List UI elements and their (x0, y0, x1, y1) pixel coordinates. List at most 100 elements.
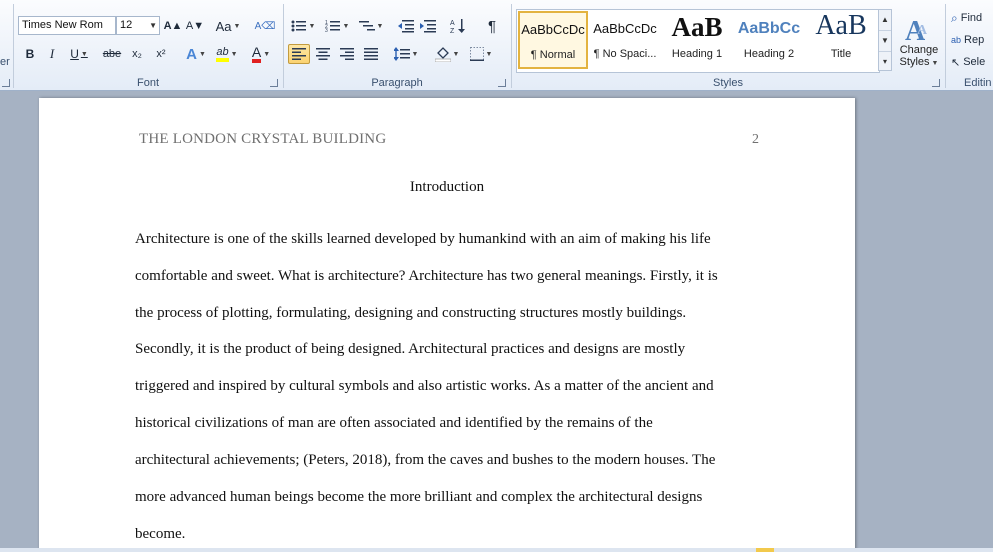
sort-az-icon: AZ (450, 19, 465, 34)
underline-icon: U (70, 47, 79, 61)
bullets-button[interactable]: ▼ (288, 16, 318, 36)
font-color-icon: A (251, 45, 262, 63)
find-label: Find (960, 12, 983, 24)
sort-button[interactable]: AZ (448, 16, 470, 36)
pilcrow-icon: ¶ (487, 17, 497, 35)
justify-button[interactable] (360, 44, 382, 64)
highlight-button[interactable]: ab ▼ (212, 44, 242, 64)
line-spacing-button[interactable]: ▼ (392, 44, 420, 64)
subscript-button[interactable]: x₂ (126, 44, 148, 64)
subscript-icon: x₂ (132, 48, 142, 60)
styles-dialog-launcher-icon[interactable] (932, 79, 940, 87)
strikethrough-button[interactable]: abe (100, 44, 124, 64)
body-text-line: more advanced human beings become the mo… (135, 489, 703, 505)
bold-icon: B (25, 47, 35, 61)
decrease-indent-button[interactable] (396, 16, 416, 36)
paragraph-dialog-launcher-icon[interactable] (498, 79, 506, 87)
multilevel-list-button[interactable]: ▼ (356, 16, 386, 36)
body-text-line: historical civilizations of man are ofte… (135, 415, 653, 431)
running-header-title: THE LONDON CRYSTAL BUILDING (139, 131, 387, 147)
chevron-down-icon: ▼ (342, 22, 350, 30)
justify-icon (364, 48, 378, 60)
font-group: Times New Rom 12 ▼ A▲ A▼ Aa ▼ A⌫ B I U ▼ a… (14, 0, 282, 90)
find-button[interactable]: ⌕ Find (950, 8, 993, 28)
multilevel-list-icon (358, 21, 375, 31)
bold-button[interactable]: B (20, 44, 40, 64)
grow-font-button[interactable]: A▲ (163, 16, 183, 36)
chevron-down-icon: ▼ (308, 22, 316, 30)
change-case-button[interactable]: Aa ▼ (215, 16, 241, 36)
font-family-value: Times New Rom (22, 19, 103, 31)
shading-button[interactable]: ▼ (432, 44, 462, 64)
font-dialog-launcher-icon[interactable] (270, 79, 278, 87)
chevron-down-icon: ▼ (376, 22, 384, 30)
select-label: Sele (963, 56, 986, 68)
chevron-down-icon: ▼ (485, 50, 493, 58)
font-size-combo[interactable]: 12 ▼ (116, 16, 160, 35)
paint-bucket-icon (434, 47, 451, 62)
superscript-icon: x² (156, 48, 166, 60)
numbering-icon: 123 (325, 20, 340, 33)
clear-formatting-icon: A⌫ (254, 20, 276, 32)
cursor-arrow-icon: ↖ (951, 56, 961, 69)
replace-button[interactable]: ab Rep (950, 30, 993, 50)
change-case-icon: Aa (215, 18, 232, 34)
section-heading: Introduction (409, 179, 485, 195)
clipboard-partial-label: er (0, 56, 10, 68)
body-text-line: become. (135, 526, 186, 542)
status-marker (756, 548, 774, 552)
paragraph-group: ▼ 1 2 3 ▼ ▼ AZ ¶ ▼ ▼ ▼ Paragraph (284, 0, 510, 90)
show-formatting-marks-button[interactable]: ¶ (482, 16, 502, 36)
align-center-icon (316, 48, 330, 60)
status-bar (0, 548, 993, 552)
font-family-combo[interactable]: Times New Rom (18, 16, 116, 35)
italic-icon: I (49, 46, 55, 61)
clear-formatting-button[interactable]: A⌫ (254, 16, 276, 36)
clipboard-group: er (0, 0, 12, 90)
underline-button[interactable]: U ▼ (64, 44, 94, 64)
body-text-line: Secondly, it is the product of being des… (135, 341, 686, 357)
text-effects-button[interactable]: A ▼ (182, 44, 210, 64)
shrink-font-icon: A▼ (185, 20, 205, 32)
align-left-icon (292, 48, 306, 60)
svg-text:A: A (450, 20, 455, 27)
text-effects-icon: A (186, 45, 197, 63)
styles-group: Styles (512, 0, 944, 90)
chevron-down-icon: ▼ (233, 22, 241, 30)
clipboard-launcher-icon[interactable] (2, 79, 10, 87)
italic-button[interactable]: I (42, 44, 62, 64)
align-left-button[interactable] (288, 44, 310, 64)
numbering-button[interactable]: 1 2 3 ▼ (322, 16, 352, 36)
document-page[interactable]: THE LONDON CRYSTAL BUILDING 2 Introducti… (39, 98, 855, 552)
replace-label: Rep (964, 34, 985, 46)
decrease-indent-icon (398, 20, 414, 33)
body-text-line: Architecture is one of the skills learne… (135, 231, 711, 247)
align-right-button[interactable] (336, 44, 358, 64)
chevron-down-icon: ▼ (452, 50, 460, 58)
strikethrough-icon: abe (102, 48, 122, 60)
font-group-label: Font (136, 77, 159, 89)
shrink-font-button[interactable]: A▼ (185, 16, 205, 36)
select-button[interactable]: ↖ Sele (950, 52, 993, 72)
body-text-line: triggered and inspired by cultural symbo… (135, 378, 714, 394)
chevron-down-icon: ▼ (411, 50, 419, 58)
chevron-down-icon: ▼ (80, 50, 88, 58)
borders-icon (469, 47, 484, 61)
body-text-line: the process of plotting, formulating, de… (135, 305, 687, 321)
chevron-down-icon: ▼ (149, 21, 157, 30)
superscript-button[interactable]: x² (150, 44, 172, 64)
svg-text:Z: Z (450, 28, 455, 34)
highlighter-icon: ab (216, 46, 229, 62)
borders-button[interactable]: ▼ (466, 44, 496, 64)
replace-icon: ab (951, 35, 962, 45)
font-color-button[interactable]: A ▼ (246, 44, 276, 64)
binoculars-icon: ⌕ (951, 10, 958, 25)
chevron-down-icon: ▼ (198, 50, 206, 58)
align-center-button[interactable] (312, 44, 334, 64)
increase-indent-button[interactable] (418, 16, 438, 36)
body-text-line: comfortable and sweet. What is architect… (135, 268, 718, 284)
styles-group-label: Styles (713, 77, 743, 89)
chevron-down-icon: ▼ (263, 50, 271, 58)
bullets-icon (291, 20, 306, 32)
increase-indent-icon (420, 20, 436, 33)
